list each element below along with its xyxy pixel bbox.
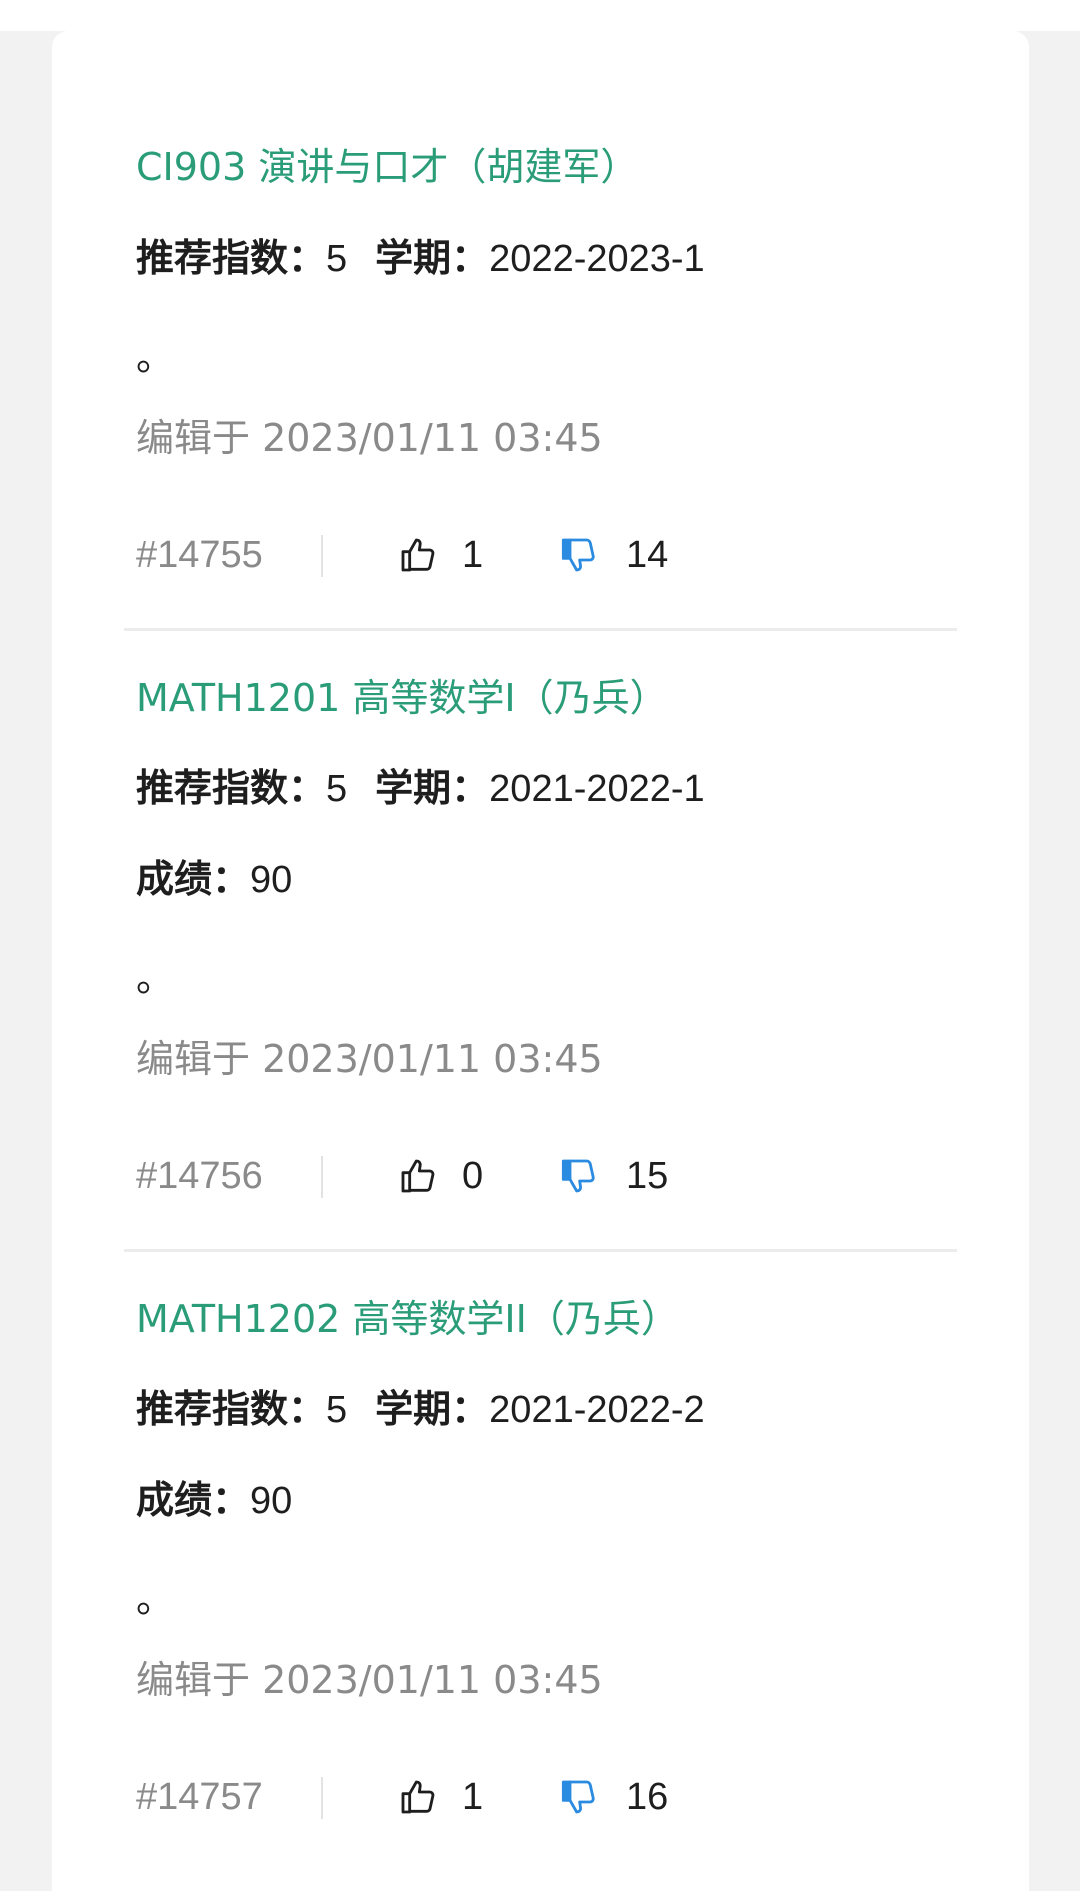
semester-label: 学期： bbox=[375, 236, 490, 280]
rating-label: 推荐指数： bbox=[136, 766, 327, 810]
thumbs-down-icon[interactable] bbox=[560, 1777, 600, 1817]
edited-timestamp: 编辑于 2023/01/11 03:45 bbox=[136, 416, 603, 460]
top-strip bbox=[0, 0, 1080, 31]
post-id: #14755 bbox=[136, 534, 263, 576]
like-count: 1 bbox=[462, 1776, 484, 1818]
thumbs-up-icon[interactable] bbox=[398, 1156, 438, 1196]
thumbs-up-icon[interactable] bbox=[398, 535, 438, 575]
grade-label: 成绩： bbox=[136, 1478, 251, 1522]
rating-label: 推荐指数： bbox=[136, 236, 327, 280]
review-course-title[interactable]: CI903 演讲与口才（胡建军） bbox=[136, 143, 638, 191]
review-footer: #14755 1 14 bbox=[136, 531, 836, 579]
rating-value: 5 bbox=[326, 768, 348, 810]
review-course-title[interactable]: MATH1201 高等数学I（乃兵） bbox=[136, 674, 668, 722]
rating-label: 推荐指数： bbox=[136, 1387, 327, 1431]
review-footer: #14756 0 15 bbox=[136, 1152, 836, 1200]
like-count: 1 bbox=[462, 534, 484, 576]
thumbs-down-icon[interactable] bbox=[560, 1156, 600, 1196]
grade-label: 成绩： bbox=[136, 857, 251, 901]
footer-separator bbox=[321, 1156, 323, 1198]
footer-separator bbox=[321, 535, 323, 577]
review-body: 。 bbox=[136, 956, 175, 1000]
review-course-title[interactable]: MATH1202 高等数学II（乃兵） bbox=[136, 1295, 679, 1343]
semester-label: 学期： bbox=[375, 1387, 490, 1431]
review-list-card bbox=[52, 31, 1029, 1891]
like-count: 0 bbox=[462, 1155, 484, 1197]
review-body: 。 bbox=[136, 1577, 175, 1621]
post-id: #14757 bbox=[136, 1776, 263, 1818]
dislike-count: 14 bbox=[626, 534, 669, 576]
dislike-count: 15 bbox=[626, 1155, 669, 1197]
rating-value: 5 bbox=[326, 238, 348, 280]
semester-value: 2021-2022-1 bbox=[489, 768, 705, 810]
review-meta-line: 推荐指数：5 学期：2022-2023-1 bbox=[136, 234, 705, 283]
rating-value: 5 bbox=[326, 1389, 348, 1431]
semester-value: 2021-2022-2 bbox=[489, 1389, 705, 1431]
review-divider bbox=[124, 1249, 957, 1252]
review-meta-line: 推荐指数：5 学期：2021-2022-2 bbox=[136, 1385, 705, 1434]
grade-line: 成绩：90 bbox=[136, 855, 292, 904]
thumbs-down-icon[interactable] bbox=[560, 535, 600, 575]
footer-separator bbox=[321, 1777, 323, 1819]
edited-timestamp: 编辑于 2023/01/11 03:45 bbox=[136, 1658, 603, 1702]
semester-label: 学期： bbox=[375, 766, 490, 810]
review-meta-line: 推荐指数：5 学期：2021-2022-1 bbox=[136, 764, 705, 813]
grade-line: 成绩：90 bbox=[136, 1476, 292, 1525]
review-divider bbox=[124, 628, 957, 631]
edited-timestamp: 编辑于 2023/01/11 03:45 bbox=[136, 1037, 603, 1081]
thumbs-up-icon[interactable] bbox=[398, 1777, 438, 1817]
post-id: #14756 bbox=[136, 1155, 263, 1197]
grade-value: 90 bbox=[250, 1480, 293, 1522]
semester-value: 2022-2023-1 bbox=[489, 238, 705, 280]
grade-value: 90 bbox=[250, 859, 293, 901]
review-body: 。 bbox=[136, 335, 175, 379]
review-footer: #14757 1 16 bbox=[136, 1773, 836, 1821]
dislike-count: 16 bbox=[626, 1776, 669, 1818]
